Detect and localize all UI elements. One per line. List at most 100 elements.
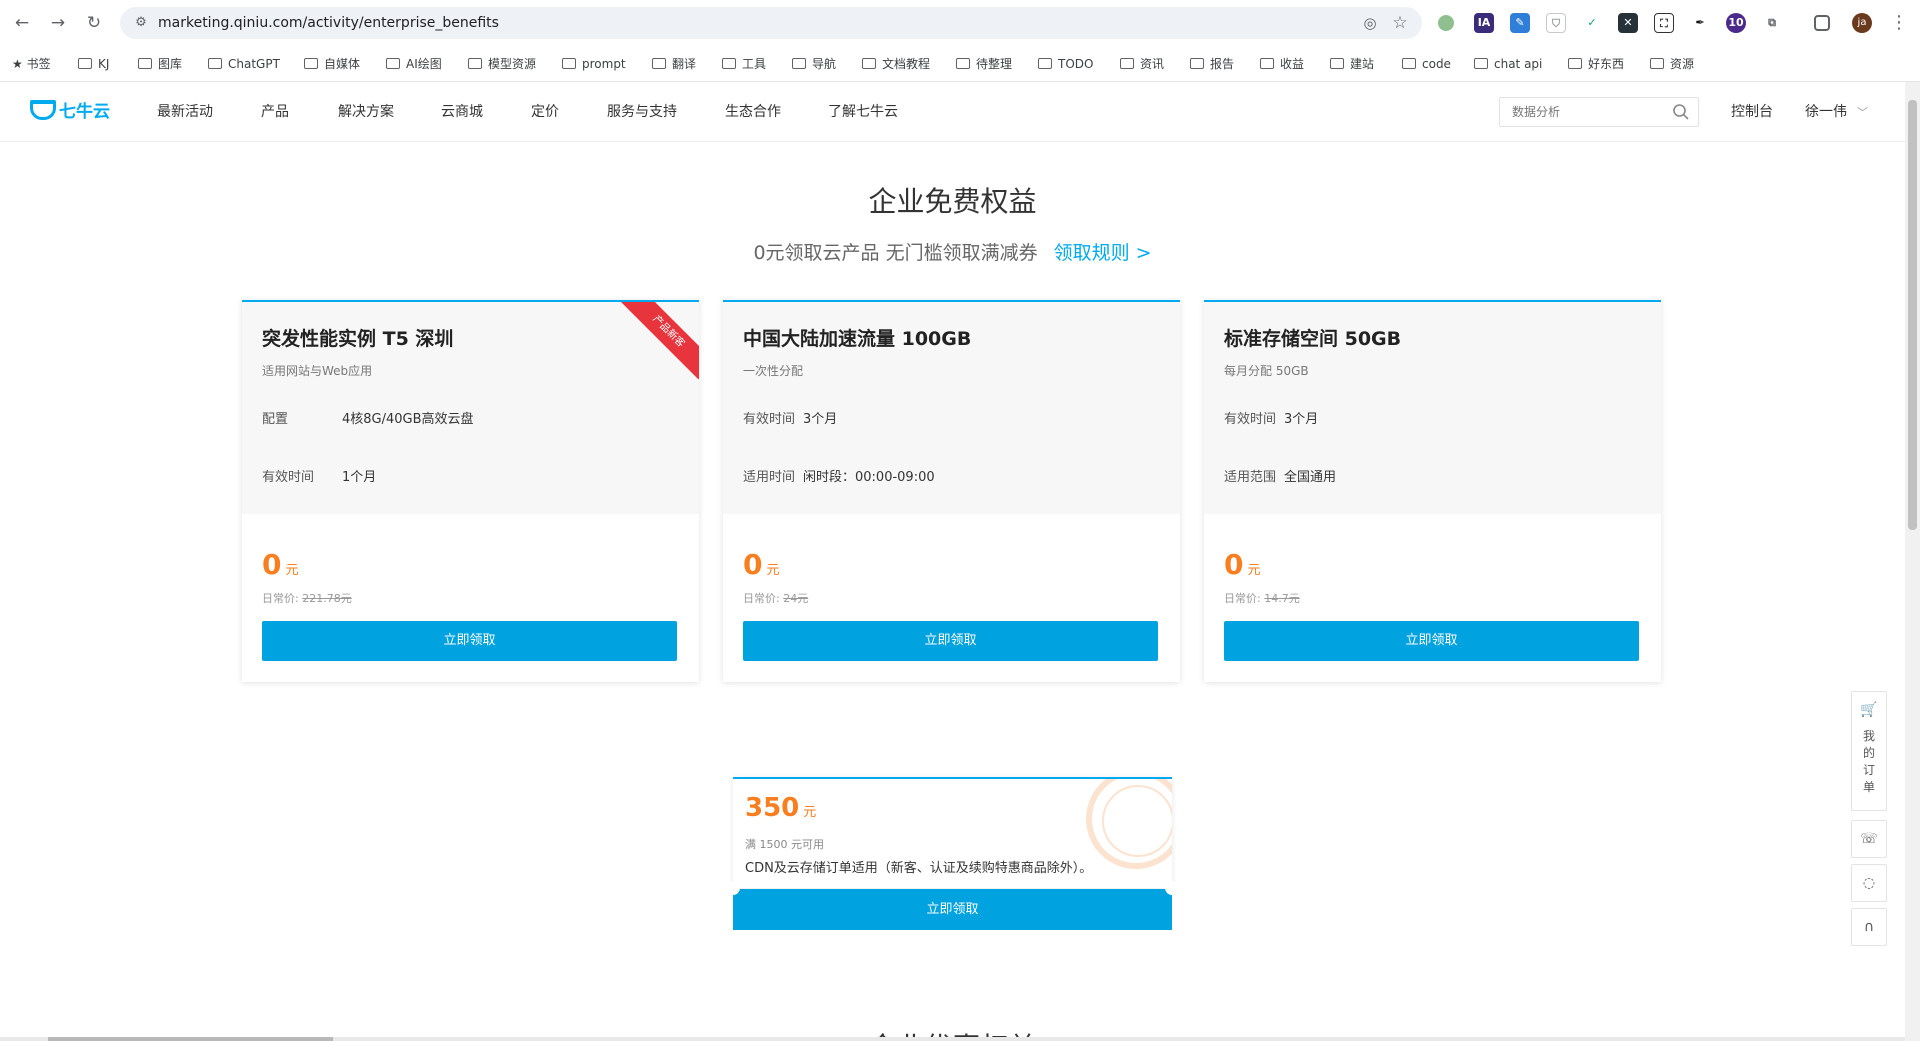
claim-button[interactable]: 立即领取: [743, 621, 1158, 661]
nav-ecosystem[interactable]: 生态合作: [725, 82, 781, 142]
console-link[interactable]: 控制台: [1731, 82, 1773, 142]
folder-icon: [386, 58, 400, 69]
extension-green-icon[interactable]: [1438, 15, 1454, 31]
bookmark-folder[interactable]: code: [1402, 46, 1451, 82]
extension-badge-icon[interactable]: 10: [1726, 13, 1746, 33]
coupon-amount: 350 元: [745, 793, 817, 823]
bookmarks-all[interactable]: ★ 书签: [12, 46, 51, 82]
rules-link[interactable]: 领取规则 >: [1054, 242, 1152, 264]
pen-icon[interactable]: ✒: [1690, 13, 1710, 33]
bookmarks-bar: ★ 书签 KJ 图库 ChatGPT 自媒体 AI绘图 模型资源 prompt …: [0, 46, 1920, 82]
cart-icon[interactable]: 🛒: [1852, 692, 1886, 728]
bookmark-folder[interactable]: KJ: [78, 46, 109, 82]
scrollbar-thumb[interactable]: [1908, 100, 1917, 530]
card-price: 0元: [743, 548, 780, 581]
bookmark-folder[interactable]: 建站: [1330, 46, 1374, 82]
card-original-price: 日常价: 24元: [743, 592, 809, 605]
bookmark-folder[interactable]: 文档教程: [862, 46, 930, 82]
nav-about[interactable]: 了解七牛云: [828, 82, 898, 142]
card-row-label: 适用范围: [1224, 470, 1277, 485]
bookmark-star-icon[interactable]: ☆: [1390, 13, 1410, 33]
wechat-tool[interactable]: ◌: [1851, 864, 1887, 902]
nav-latest-activity[interactable]: 最新活动: [157, 82, 213, 142]
extension-check-icon[interactable]: ✓: [1582, 13, 1602, 33]
site-info-icon[interactable]: ⚙: [132, 14, 150, 32]
search-input[interactable]: [1500, 98, 1660, 126]
extension-x-icon[interactable]: ✕: [1618, 13, 1638, 33]
horizontal-scrollbar[interactable]: [0, 1037, 1905, 1041]
my-orders-label[interactable]: 我的订单: [1852, 728, 1886, 796]
extension-translate-icon[interactable]: ✎: [1510, 13, 1530, 33]
reload-icon[interactable]: ↻: [82, 11, 106, 35]
nav-solutions[interactable]: 解决方案: [338, 82, 394, 142]
headset-icon[interactable]: ∩: [1852, 909, 1886, 945]
extension-shield-icon[interactable]: ⛉: [1546, 13, 1566, 33]
bookmark-folder[interactable]: AI绘图: [386, 46, 442, 82]
bookmark-folder[interactable]: 模型资源: [468, 46, 536, 82]
extension-ia-icon[interactable]: IA: [1474, 13, 1494, 33]
qiniu-logo[interactable]: 七牛云: [30, 99, 110, 125]
card-original-price: 日常价: 221.78元: [262, 592, 352, 605]
orders-tool[interactable]: 🛒 我的订单: [1851, 691, 1887, 811]
tracking-eye-icon[interactable]: ◎: [1360, 13, 1380, 33]
card-row-value: 1个月: [342, 470, 377, 485]
folder-icon: [1474, 58, 1488, 69]
claim-coupon-button[interactable]: 立即领取: [733, 889, 1172, 930]
card-desc: 适用网站与Web应用: [262, 364, 373, 378]
bookmark-folder[interactable]: 资源: [1650, 46, 1694, 82]
support-tool[interactable]: ∩: [1851, 908, 1887, 946]
bookmark-folder[interactable]: 报告: [1190, 46, 1234, 82]
star-icon: ★: [12, 57, 23, 71]
bookmark-folder[interactable]: ChatGPT: [208, 46, 280, 82]
forward-icon[interactable]: →: [46, 11, 70, 35]
nav-cloud-mall[interactable]: 云商城: [441, 82, 483, 142]
coupon-notch: [726, 881, 740, 895]
bookmark-folder[interactable]: 图库: [138, 46, 182, 82]
card-row-label: 配置: [262, 412, 289, 427]
user-menu[interactable]: 徐一伟 ﹀: [1805, 82, 1868, 142]
back-icon[interactable]: ←: [10, 11, 34, 35]
bookmark-folder[interactable]: 好东西: [1568, 46, 1624, 82]
page-title: 企业免费权益: [868, 185, 1037, 218]
folder-icon: [1038, 58, 1052, 69]
bookmark-folder[interactable]: prompt: [562, 46, 626, 82]
bookmark-folder[interactable]: chat api: [1474, 46, 1542, 82]
card-row-value: 3个月: [803, 412, 838, 427]
url-text[interactable]: marketing.qiniu.com/activity/enterprise_…: [158, 7, 499, 39]
bookmark-folder[interactable]: 导航: [792, 46, 836, 82]
folder-icon: [138, 58, 152, 69]
phone-tool[interactable]: ☏: [1851, 820, 1887, 858]
bookmark-folder[interactable]: 自媒体: [304, 46, 360, 82]
card-title: 标准存储空间 50GB: [1224, 328, 1402, 350]
address-bar[interactable]: ⚙ marketing.qiniu.com/activity/enterpris…: [120, 7, 1422, 39]
nav-products[interactable]: 产品: [261, 82, 289, 142]
benefit-card: 产品新客 突发性能实例 T5 深圳 适用网站与Web应用 配置 4核8G/40G…: [242, 300, 699, 682]
wechat-icon[interactable]: ◌: [1852, 865, 1886, 901]
screenshot-icon[interactable]: ⛶: [1654, 13, 1674, 33]
search-icon[interactable]: [1672, 103, 1690, 121]
bookmark-folder[interactable]: 待整理: [956, 46, 1012, 82]
side-panel-icon[interactable]: [1814, 15, 1830, 31]
browser-menu-icon[interactable]: ⋮: [1890, 11, 1908, 35]
card-desc: 一次性分配: [743, 364, 804, 378]
bookmark-folder[interactable]: 资讯: [1120, 46, 1164, 82]
bookmark-folder[interactable]: TODO: [1038, 46, 1093, 82]
nav-pricing[interactable]: 定价: [531, 82, 559, 142]
claim-button[interactable]: 立即领取: [262, 621, 677, 661]
coupon-notch: [1165, 881, 1179, 895]
qiniu-logo-icon: [30, 100, 56, 120]
claim-button[interactable]: 立即领取: [1224, 621, 1639, 661]
profile-avatar[interactable]: ja: [1852, 13, 1872, 33]
nav-service-support[interactable]: 服务与支持: [607, 82, 677, 142]
bookmark-folder[interactable]: 收益: [1260, 46, 1304, 82]
site-header: 七牛云 最新活动 产品 解决方案 云商城 定价 服务与支持 生态合作 了解七牛云…: [0, 82, 1905, 142]
bookmark-folder[interactable]: 工具: [722, 46, 766, 82]
extensions-puzzle-icon[interactable]: ⧉: [1762, 13, 1782, 33]
bookmark-folder[interactable]: 翻译: [652, 46, 696, 82]
coupon-body: 350 元 满 1500 元可用 CDN及云存储订单适用（新客、认证及续购特惠商品…: [733, 777, 1172, 888]
vertical-scrollbar[interactable]: [1905, 82, 1920, 1041]
folder-icon: [562, 58, 576, 69]
scrollbar-thumb[interactable]: [48, 1037, 333, 1041]
chevron-down-icon: ﹀: [1857, 106, 1868, 119]
phone-icon[interactable]: ☏: [1852, 821, 1886, 857]
